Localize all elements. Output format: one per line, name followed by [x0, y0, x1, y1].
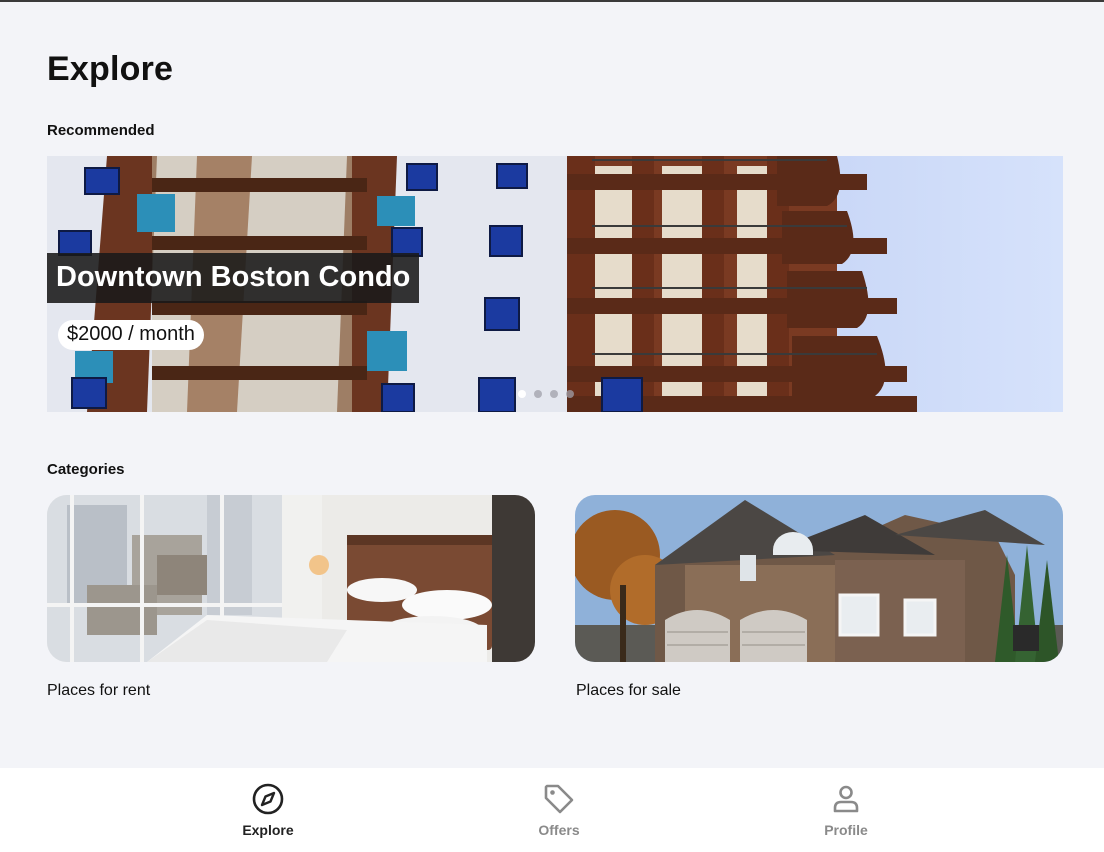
recommended-card[interactable]: Downtown Boston Condo $2000 / month [47, 156, 1063, 412]
nav-offers[interactable]: Offers [499, 782, 619, 848]
carousel-indicator [518, 390, 574, 398]
section-heading-recommended: Recommended [47, 122, 155, 139]
carousel-dot[interactable] [550, 390, 558, 398]
bottom-navigation: Explore Offers Profile [0, 768, 1104, 852]
category-label-sale: Places for sale [576, 682, 681, 699]
compass-icon [252, 783, 284, 815]
carousel-dot[interactable] [566, 390, 574, 398]
category-card-sale[interactable] [575, 495, 1063, 662]
page-title: Explore [47, 50, 174, 88]
carousel-dot[interactable] [534, 390, 542, 398]
person-icon [833, 785, 859, 813]
section-heading-categories: Categories [47, 461, 125, 478]
house-image [575, 495, 1063, 662]
category-label-rent: Places for rent [47, 682, 151, 699]
top-border [0, 0, 1104, 2]
nav-explore[interactable]: Explore [208, 782, 328, 848]
listing-title: Downtown Boston Condo [47, 253, 420, 303]
bedroom-image [47, 495, 535, 662]
nav-offers-label: Offers [538, 822, 580, 838]
nav-explore-label: Explore [242, 822, 294, 838]
nav-profile[interactable]: Profile [786, 782, 906, 848]
listing-price: $2000 / month [58, 320, 204, 350]
category-card-rent[interactable] [47, 495, 535, 662]
carousel-dot-active[interactable] [518, 390, 526, 398]
tag-icon [544, 784, 574, 814]
nav-profile-label: Profile [824, 822, 868, 838]
